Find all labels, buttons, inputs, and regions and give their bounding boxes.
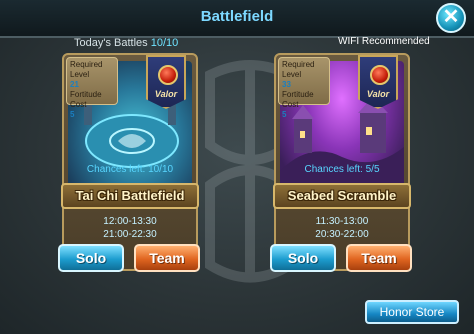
chances-left: Chances left: 5/5 [280,164,404,175]
wifi-recommended-note: WIFI Recommended [338,36,430,47]
schedule-time-1: 11:30-13:00 [315,216,369,227]
team-button[interactable]: Team [346,244,412,272]
valor-gem-icon [158,65,178,85]
solo-button[interactable]: Solo [58,244,124,272]
schedule-time-2: 20:30-22:00 [315,229,369,240]
required-level-label: Required Level [70,60,103,79]
todays-battles-counter: Today's Battles 10/10 [74,37,178,49]
battlefield-card-seabed-scramble: Chances left: 5/5 Required Level 33 Fort… [270,53,412,272]
solo-button[interactable]: Solo [270,244,336,272]
todays-battles-value: 10/10 [150,37,179,49]
required-level-value: 21 [70,80,79,89]
fortitude-cost-value: 5 [70,110,75,119]
valor-badge-text: Valor [366,89,390,99]
fortitude-cost-value: 5 [282,110,287,119]
required-level-label: Required Level [282,60,315,79]
fortitude-cost-label: Fortitude Cost [70,90,102,109]
valor-gem-icon [370,65,390,85]
battlefield-window: Battlefield ✕ Today's Battles 10/10 WIFI… [0,0,474,334]
fortitude-cost-label: Fortitude Cost [282,90,314,109]
required-level-value: 33 [282,80,291,89]
battlefield-name: Tai Chi Battlefield [75,188,185,203]
chances-left-label: Chances left: [304,164,363,175]
title-bar: Battlefield ✕ [0,0,474,38]
valor-badge-text: Valor [154,89,178,99]
valor-badge-icon: Valor [358,55,398,109]
chances-left: Chances left: 10/10 [68,164,192,175]
team-button[interactable]: Team [134,244,200,272]
requirements-panel: Required Level 33 Fortitude Cost 5 [278,57,330,119]
chances-left-value: 5/5 [365,164,380,175]
battlefield-card-tai-chi: Chances left: 10/10 Required Level 21 Fo… [58,53,200,272]
schedule-times: 12:00-13:30 21:00-22:30 [64,215,196,241]
chances-left-label: Chances left: [86,164,146,175]
schedule-times: 11:30-13:00 20:30-22:00 [276,215,408,241]
honor-store-button[interactable]: Honor Store [365,300,459,324]
battlefield-name: Seabed Scramble [287,188,397,203]
battlefield-name-plate: Seabed Scramble [273,183,411,209]
requirements-panel: Required Level 21 Fortitude Cost 5 [66,57,118,119]
schedule-time-1: 12:00-13:30 [103,216,157,227]
valor-badge-icon: Valor [146,55,186,109]
battlefield-name-plate: Tai Chi Battlefield [61,183,199,209]
chances-left-value: 10/10 [148,164,174,175]
schedule-time-2: 21:00-22:30 [103,229,157,240]
window-title: Battlefield [200,8,274,25]
close-icon[interactable]: ✕ [436,3,466,33]
todays-battles-label: Today's Battles [74,37,148,49]
